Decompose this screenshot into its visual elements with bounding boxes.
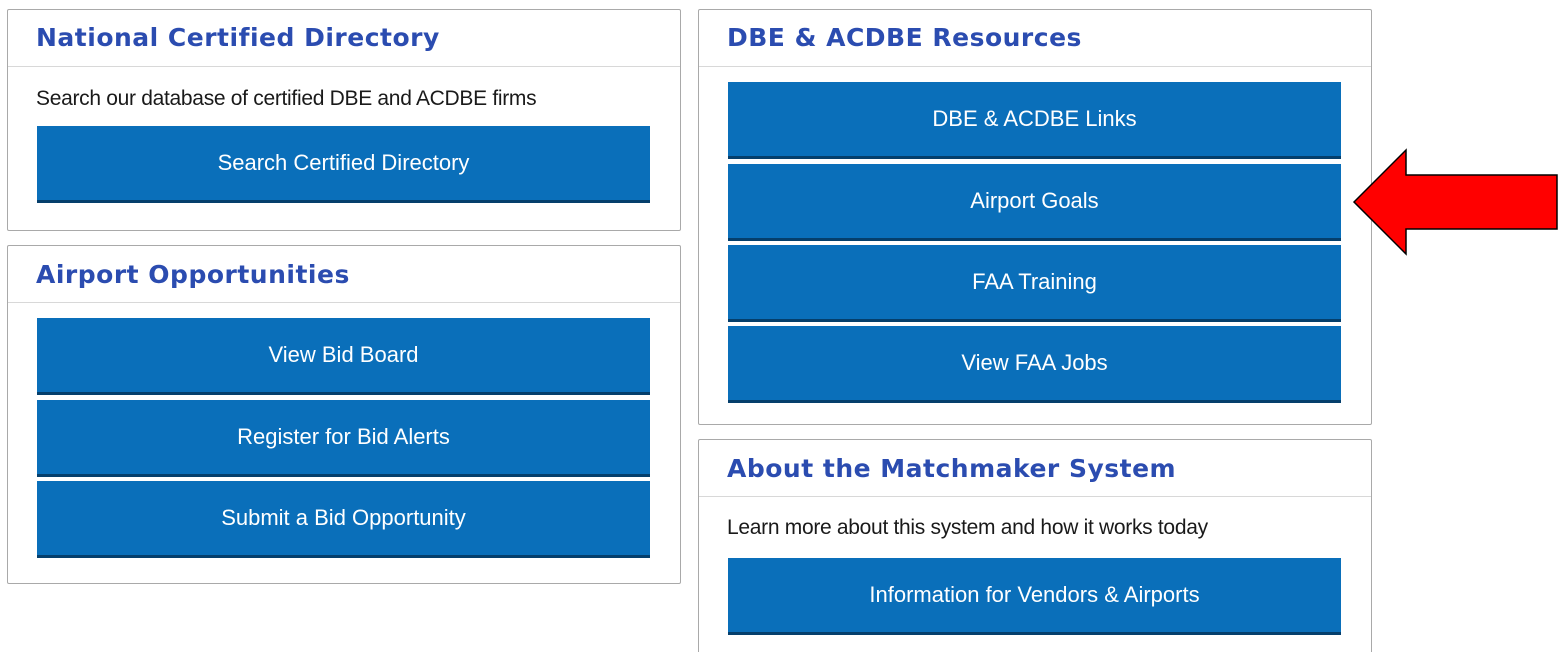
search-certified-directory-button[interactable]: Search Certified Directory — [37, 126, 650, 203]
panel-divider — [8, 66, 680, 67]
faa-training-button[interactable]: FAA Training — [728, 245, 1341, 322]
register-for-bid-alerts-button[interactable]: Register for Bid Alerts — [37, 400, 650, 477]
view-faa-jobs-button[interactable]: View FAA Jobs — [728, 326, 1341, 403]
dbe-acdbe-resources-panel: DBE & ACDBE Resources DBE & ACDBE Links … — [698, 9, 1372, 425]
panel-divider — [699, 496, 1371, 497]
dbe-acdbe-links-button[interactable]: DBE & ACDBE Links — [728, 82, 1341, 159]
panel-title: About the Matchmaker System — [727, 454, 1177, 483]
panel-title: Airport Opportunities — [36, 260, 350, 289]
view-bid-board-button[interactable]: View Bid Board — [37, 318, 650, 395]
about-matchmaker-system-panel: About the Matchmaker System Learn more a… — [698, 439, 1372, 652]
red-arrow-left-icon — [1352, 148, 1558, 256]
airport-opportunities-panel: Airport Opportunities View Bid Board Reg… — [7, 245, 681, 584]
information-for-vendors-airports-button[interactable]: Information for Vendors & Airports — [728, 558, 1341, 635]
panel-description: Search our database of certified DBE and… — [36, 87, 537, 110]
submit-bid-opportunity-button[interactable]: Submit a Bid Opportunity — [37, 481, 650, 558]
panel-divider — [699, 66, 1371, 67]
airport-goals-button[interactable]: Airport Goals — [728, 164, 1341, 241]
panel-title: National Certified Directory — [36, 23, 440, 52]
panel-description: Learn more about this system and how it … — [727, 516, 1208, 539]
panel-title: DBE & ACDBE Resources — [727, 23, 1082, 52]
national-certified-directory-panel: National Certified Directory Search our … — [7, 9, 681, 231]
panel-divider — [8, 302, 680, 303]
